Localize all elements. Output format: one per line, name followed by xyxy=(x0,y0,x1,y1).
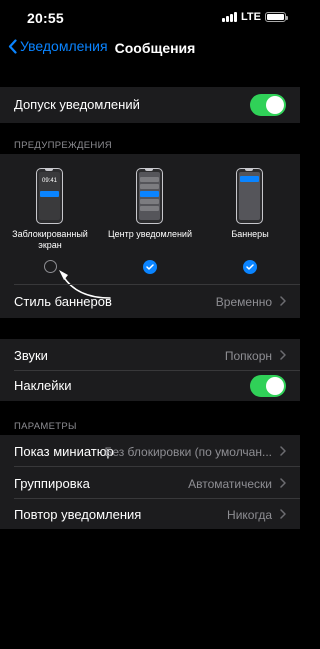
status-time: 20:55 xyxy=(27,10,64,26)
allow-notifications-toggle[interactable] xyxy=(250,94,286,116)
repeat-alerts-value: Никогда xyxy=(227,508,272,522)
repeat-alerts-row[interactable]: Повтор уведомления Никогда xyxy=(0,499,300,529)
banner-style-row[interactable]: Стиль баннеров Временно xyxy=(0,285,300,318)
show-previews-value: Без блокировки (по умолчан... xyxy=(104,445,272,459)
checkmark-icon xyxy=(146,264,154,270)
lock-screen-phone-icon: 09:41 xyxy=(36,168,63,224)
notification-center-label: Центр уведомлений xyxy=(108,229,192,239)
options-group: Показ миниатюр Без блокировки (по умолча… xyxy=(0,435,300,529)
chevron-right-icon xyxy=(280,296,286,306)
status-bar: 20:55 LTE xyxy=(0,0,300,36)
grouping-label: Группировка xyxy=(14,476,90,491)
allow-notifications-label: Допуск уведомлений xyxy=(14,97,140,112)
lock-screen-label-line1: Заблокированный xyxy=(12,229,88,239)
alerts-group: 09:41 Заблокированный экран Центр уведом… xyxy=(0,154,300,318)
page-title: Сообщения xyxy=(114,40,196,56)
banners-radio[interactable] xyxy=(243,260,257,274)
notification-center-option[interactable]: Центр уведомлений xyxy=(100,154,200,284)
allow-notifications-group: Допуск уведомлений xyxy=(0,87,300,123)
badges-label: Наклейки xyxy=(14,378,72,393)
notification-center-phone-icon xyxy=(136,168,163,224)
sounds-value: Попкорн xyxy=(224,349,272,363)
banner-style-label: Стиль баннеров xyxy=(14,294,112,309)
options-section-header: ПАРАМЕТРЫ xyxy=(14,421,77,432)
banners-phone-icon xyxy=(236,168,263,224)
navigation-bar: Уведомления Сообщения xyxy=(0,36,300,64)
badges-toggle[interactable] xyxy=(250,375,286,397)
sounds-label: Звуки xyxy=(14,348,48,363)
banners-label: Баннеры xyxy=(231,229,269,239)
lock-screen-clock: 09:41 xyxy=(41,178,57,184)
show-previews-row[interactable]: Показ миниатюр Без блокировки (по умолча… xyxy=(0,435,300,466)
battery-icon xyxy=(265,12,288,22)
cellular-signal-icon xyxy=(222,12,238,22)
banners-option[interactable]: Баннеры xyxy=(200,154,300,284)
lock-screen-label-line2: экран xyxy=(38,240,62,250)
network-type: LTE xyxy=(241,11,261,23)
lock-screen-label: Заблокированный экран xyxy=(0,229,100,251)
chevron-right-icon xyxy=(280,350,286,360)
notification-center-radio[interactable] xyxy=(143,260,157,274)
repeat-alerts-label: Повтор уведомления xyxy=(14,507,142,522)
alerts-section-header: ПРЕДУПРЕЖДЕНИЯ xyxy=(14,140,112,151)
banner-style-value: Временно xyxy=(215,295,272,309)
status-indicators: LTE xyxy=(222,11,288,23)
grouping-row[interactable]: Группировка Автоматически xyxy=(0,467,300,498)
chevron-right-icon xyxy=(280,446,286,456)
badges-row: Наклейки xyxy=(0,371,300,401)
sounds-row[interactable]: Звуки Попкорн xyxy=(0,339,300,370)
allow-notifications-row: Допуск уведомлений xyxy=(0,87,300,123)
show-previews-label: Показ миниатюр xyxy=(14,444,114,459)
sounds-badges-group: Звуки Попкорн Наклейки xyxy=(0,339,300,401)
chevron-right-icon xyxy=(280,478,286,488)
grouping-value: Автоматически xyxy=(188,477,272,491)
chevron-right-icon xyxy=(280,509,286,519)
checkmark-icon xyxy=(246,264,254,270)
